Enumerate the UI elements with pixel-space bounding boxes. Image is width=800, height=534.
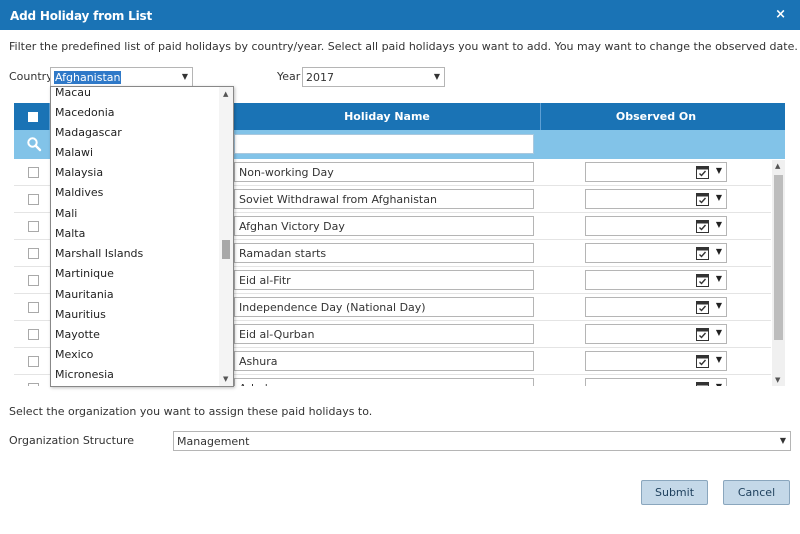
dropdown-option[interactable]: Mali [51, 205, 219, 225]
observed-date-picker[interactable]: ▼ [585, 297, 727, 317]
chevron-down-icon[interactable]: ▼ [716, 328, 722, 337]
observed-date-picker[interactable]: ▼ [585, 351, 727, 371]
dropdown-option[interactable]: Marshall Islands [51, 245, 219, 265]
calendar-icon[interactable] [696, 327, 709, 341]
country-dropdown-list: Macau Macedonia Madagascar Malawi Malays… [50, 86, 234, 387]
scrollbar-thumb[interactable] [222, 240, 230, 259]
dropdown-option[interactable]: Micronesia [51, 366, 219, 386]
holiday-name-field[interactable]: Independence Day (National Day) [234, 297, 534, 317]
holiday-name-field[interactable]: Eid al-Fitr [234, 270, 534, 290]
scroll-up-icon[interactable]: ▲ [223, 90, 228, 98]
organization-structure-label: Organization Structure [9, 434, 134, 447]
dropdown-option[interactable]: Mexico [51, 346, 219, 366]
chevron-down-icon: ▼ [181, 72, 188, 81]
chevron-down-icon: ▼ [433, 72, 440, 81]
scrollbar-thumb[interactable] [774, 175, 783, 340]
dropdown-option[interactable]: Macedonia [51, 104, 219, 124]
dropdown-option[interactable]: Madagascar [51, 124, 219, 144]
holiday-name-field[interactable]: Arba'een [234, 378, 534, 386]
dropdown-scrollbar[interactable]: ▲ ▼ [219, 87, 233, 386]
country-label: Country [9, 70, 53, 83]
chevron-down-icon[interactable]: ▼ [716, 193, 722, 202]
country-select-value: Afghanistan [54, 71, 122, 84]
row-checkbox[interactable] [28, 248, 39, 259]
chevron-down-icon[interactable]: ▼ [716, 166, 722, 175]
chevron-down-icon[interactable]: ▼ [716, 382, 722, 386]
dropdown-option[interactable]: Martinique [51, 265, 219, 285]
chevron-down-icon[interactable]: ▼ [716, 220, 722, 229]
row-checkbox[interactable] [28, 221, 39, 232]
row-checkbox[interactable] [28, 275, 39, 286]
organization-structure-select[interactable]: Management ▼ [173, 431, 791, 451]
select-all-checkbox[interactable] [28, 112, 38, 122]
calendar-icon[interactable] [696, 219, 709, 233]
calendar-icon[interactable] [696, 192, 709, 206]
calendar-icon[interactable] [696, 165, 709, 179]
row-checkbox[interactable] [28, 356, 39, 367]
country-select[interactable]: Afghanistan ▼ [50, 67, 193, 87]
row-checkbox[interactable] [28, 167, 39, 178]
observed-date-picker[interactable]: ▼ [585, 324, 727, 344]
organization-structure-value: Management [177, 435, 250, 448]
close-icon[interactable]: × [775, 7, 786, 22]
holiday-name-filter-input[interactable] [234, 134, 534, 154]
dropdown-option[interactable]: Maldives [51, 184, 219, 204]
observed-date-picker[interactable]: ▼ [585, 162, 727, 182]
cancel-button[interactable]: Cancel [723, 480, 790, 505]
year-select[interactable]: 2017 ▼ [302, 67, 445, 87]
calendar-icon[interactable] [696, 381, 709, 386]
scroll-down-icon[interactable]: ▼ [223, 375, 228, 383]
chevron-down-icon[interactable]: ▼ [716, 247, 722, 256]
row-checkbox[interactable] [28, 302, 39, 313]
observed-date-picker[interactable]: ▼ [585, 189, 727, 209]
row-checkbox[interactable] [28, 383, 39, 386]
calendar-icon[interactable] [696, 354, 709, 368]
dropdown-option[interactable]: Malta [51, 225, 219, 245]
chevron-down-icon[interactable]: ▼ [716, 274, 722, 283]
holiday-name-field[interactable]: Ashura [234, 351, 534, 371]
calendar-icon[interactable] [696, 300, 709, 314]
dialog-title: Add Holiday from List [10, 9, 152, 23]
holiday-name-field[interactable]: Afghan Victory Day [234, 216, 534, 236]
chevron-down-icon[interactable]: ▼ [716, 355, 722, 364]
search-icon[interactable] [26, 136, 42, 152]
holiday-name-field[interactable]: Non-working Day [234, 162, 534, 182]
dropdown-option[interactable]: Malaysia [51, 164, 219, 184]
scroll-up-icon[interactable]: ▲ [775, 162, 780, 170]
row-checkbox[interactable] [28, 194, 39, 205]
scroll-down-icon[interactable]: ▼ [775, 376, 780, 384]
observed-date-picker[interactable]: ▼ [585, 270, 727, 290]
dropdown-option[interactable]: Mayotte [51, 326, 219, 346]
observed-date-picker[interactable]: ▼ [585, 378, 727, 386]
observed-date-picker[interactable]: ▼ [585, 243, 727, 263]
chevron-down-icon: ▼ [779, 436, 786, 445]
calendar-icon[interactable] [696, 273, 709, 287]
dialog-titlebar: Add Holiday from List × [0, 0, 800, 30]
dropdown-option[interactable]: Macau [51, 87, 219, 104]
chevron-down-icon[interactable]: ▼ [716, 301, 722, 310]
row-checkbox[interactable] [28, 329, 39, 340]
holiday-name-field[interactable]: Soviet Withdrawal from Afghanistan [234, 189, 534, 209]
column-header-observed-on[interactable]: Observed On [541, 103, 771, 130]
grid-scrollbar[interactable]: ▲ ▼ [772, 160, 785, 386]
instructions-text: Filter the predefined list of paid holid… [9, 40, 798, 53]
year-select-value: 2017 [306, 71, 334, 84]
organization-prompt: Select the organization you want to assi… [9, 405, 373, 418]
holiday-name-field[interactable]: Eid al-Qurban [234, 324, 534, 344]
observed-date-picker[interactable]: ▼ [585, 216, 727, 236]
submit-button[interactable]: Submit [641, 480, 708, 505]
calendar-icon[interactable] [696, 246, 709, 260]
column-header-holiday-name[interactable]: Holiday Name [234, 103, 540, 130]
dropdown-option[interactable]: Mauritius [51, 306, 219, 326]
dropdown-option[interactable]: Mauritania [51, 286, 219, 306]
dropdown-option[interactable]: Malawi [51, 144, 219, 164]
holiday-name-field[interactable]: Ramadan starts [234, 243, 534, 263]
year-label: Year [277, 70, 301, 83]
